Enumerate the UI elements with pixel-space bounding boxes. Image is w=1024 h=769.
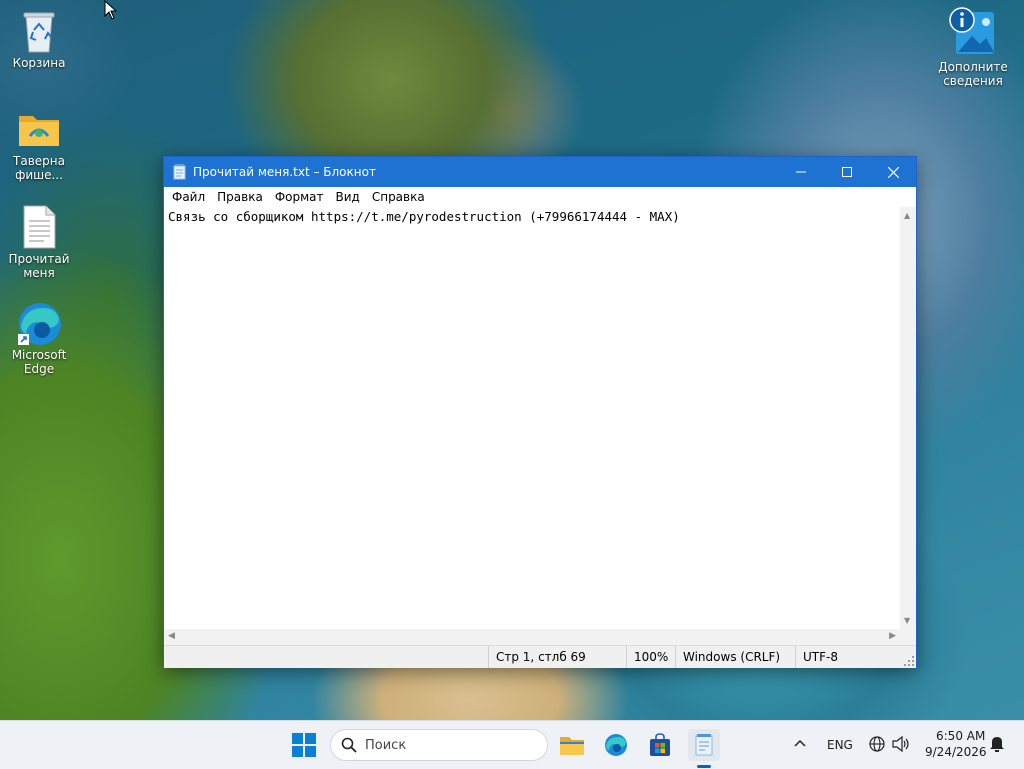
start-icon [292,733,316,757]
taskbar-file-explorer[interactable] [556,729,588,761]
taskbar-notepad[interactable] [688,729,720,761]
status-encoding: UTF-8 [803,650,838,664]
scroll-right-icon[interactable]: ▶ [889,631,896,641]
taskbar: Поиск ENG 6:50 AM 9/24/2026 [0,720,1024,769]
desktop-icon-readme[interactable]: Прочитай меня [4,204,74,280]
desktop-icon-label: Корзина [12,56,66,70]
status-divider [626,646,627,668]
desktop-icon-label: Таверна фише... [13,154,65,182]
notepad-icon [173,164,186,180]
close-button[interactable] [870,157,916,187]
menu-edit[interactable]: Правка [211,190,269,204]
status-divider [795,646,796,668]
desktop-icon-info[interactable]: Дополните сведения о... [936,6,1010,88]
clock-time[interactable]: 6:50 AM [936,729,985,743]
menu-format[interactable]: Формат [269,190,330,204]
desktop-icon-folder[interactable]: Таверна фише... [4,106,74,182]
minimize-button[interactable] [778,157,824,187]
notepad-icon [695,734,713,756]
search-icon [341,737,357,753]
desktop-icon-edge[interactable]: Microsoft Edge [4,300,74,376]
menu-help[interactable]: Справка [366,190,431,204]
notification-icon[interactable] [988,735,1006,753]
taskbar-edge[interactable] [600,729,632,761]
chevron-up-icon[interactable] [794,739,806,747]
status-divider [488,646,489,668]
folder-icon [16,106,62,152]
mouse-cursor-icon [104,0,118,20]
menu-bar: Файл Правка Формат Вид Справка [164,187,916,207]
desktop-icon-label: Дополните сведения о... [938,60,1008,88]
recycle-bin-icon [16,8,62,54]
status-zoom: 100% [634,650,669,664]
network-globe-icon[interactable] [869,736,885,752]
text-file-icon [16,204,62,250]
status-bar: Стр 1, стлб 69 100% Windows (CRLF) UTF-8 [164,645,916,668]
scroll-left-icon[interactable]: ◀ [168,631,175,641]
file-explorer-icon [560,737,584,755]
clock-date[interactable]: 9/24/2026 [925,745,987,759]
status-cursor-position: Стр 1, стлб 69 [496,650,586,664]
desktop-icon-recycle-bin[interactable]: Корзина [4,8,74,70]
horizontal-scrollbar[interactable]: ◀ ▶ [164,629,900,645]
minimize-icon [796,171,806,173]
store-icon [650,733,670,756]
status-divider [675,646,676,668]
maximize-icon [842,167,852,177]
status-line-endings: Windows (CRLF) [683,650,781,664]
vertical-scrollbar[interactable]: ▲ ▼ [900,207,916,629]
resize-grip-icon[interactable] [904,656,914,666]
scroll-up-icon[interactable]: ▲ [904,211,910,220]
menu-view[interactable]: Вид [330,190,366,204]
text-editor[interactable]: Связь со сборщиком https://t.me/pyrodest… [164,207,900,629]
menu-file[interactable]: Файл [166,190,211,204]
taskbar-store[interactable] [644,729,676,761]
edge-icon [16,300,62,346]
desktop-icon-label: Microsoft Edge [11,348,67,376]
start-button[interactable] [288,729,320,761]
desktop-icon-label: Прочитай меня [8,252,70,280]
notepad-window: Прочитай меня.txt – Блокнот Файл Правка … [163,156,917,668]
scroll-corner [900,629,916,645]
window-title: Прочитай меня.txt – Блокнот [193,165,376,179]
maximize-button[interactable] [824,157,870,187]
volume-icon[interactable] [892,736,910,752]
edge-icon [605,734,627,756]
taskbar-search[interactable]: Поиск [330,729,548,761]
info-photo-icon [948,6,998,58]
scroll-down-icon[interactable]: ▼ [904,616,910,625]
title-bar[interactable]: Прочитай меня.txt – Блокнот [164,157,916,187]
close-icon [887,166,899,178]
search-placeholder: Поиск [365,737,407,753]
language-indicator[interactable]: ENG [827,738,853,752]
